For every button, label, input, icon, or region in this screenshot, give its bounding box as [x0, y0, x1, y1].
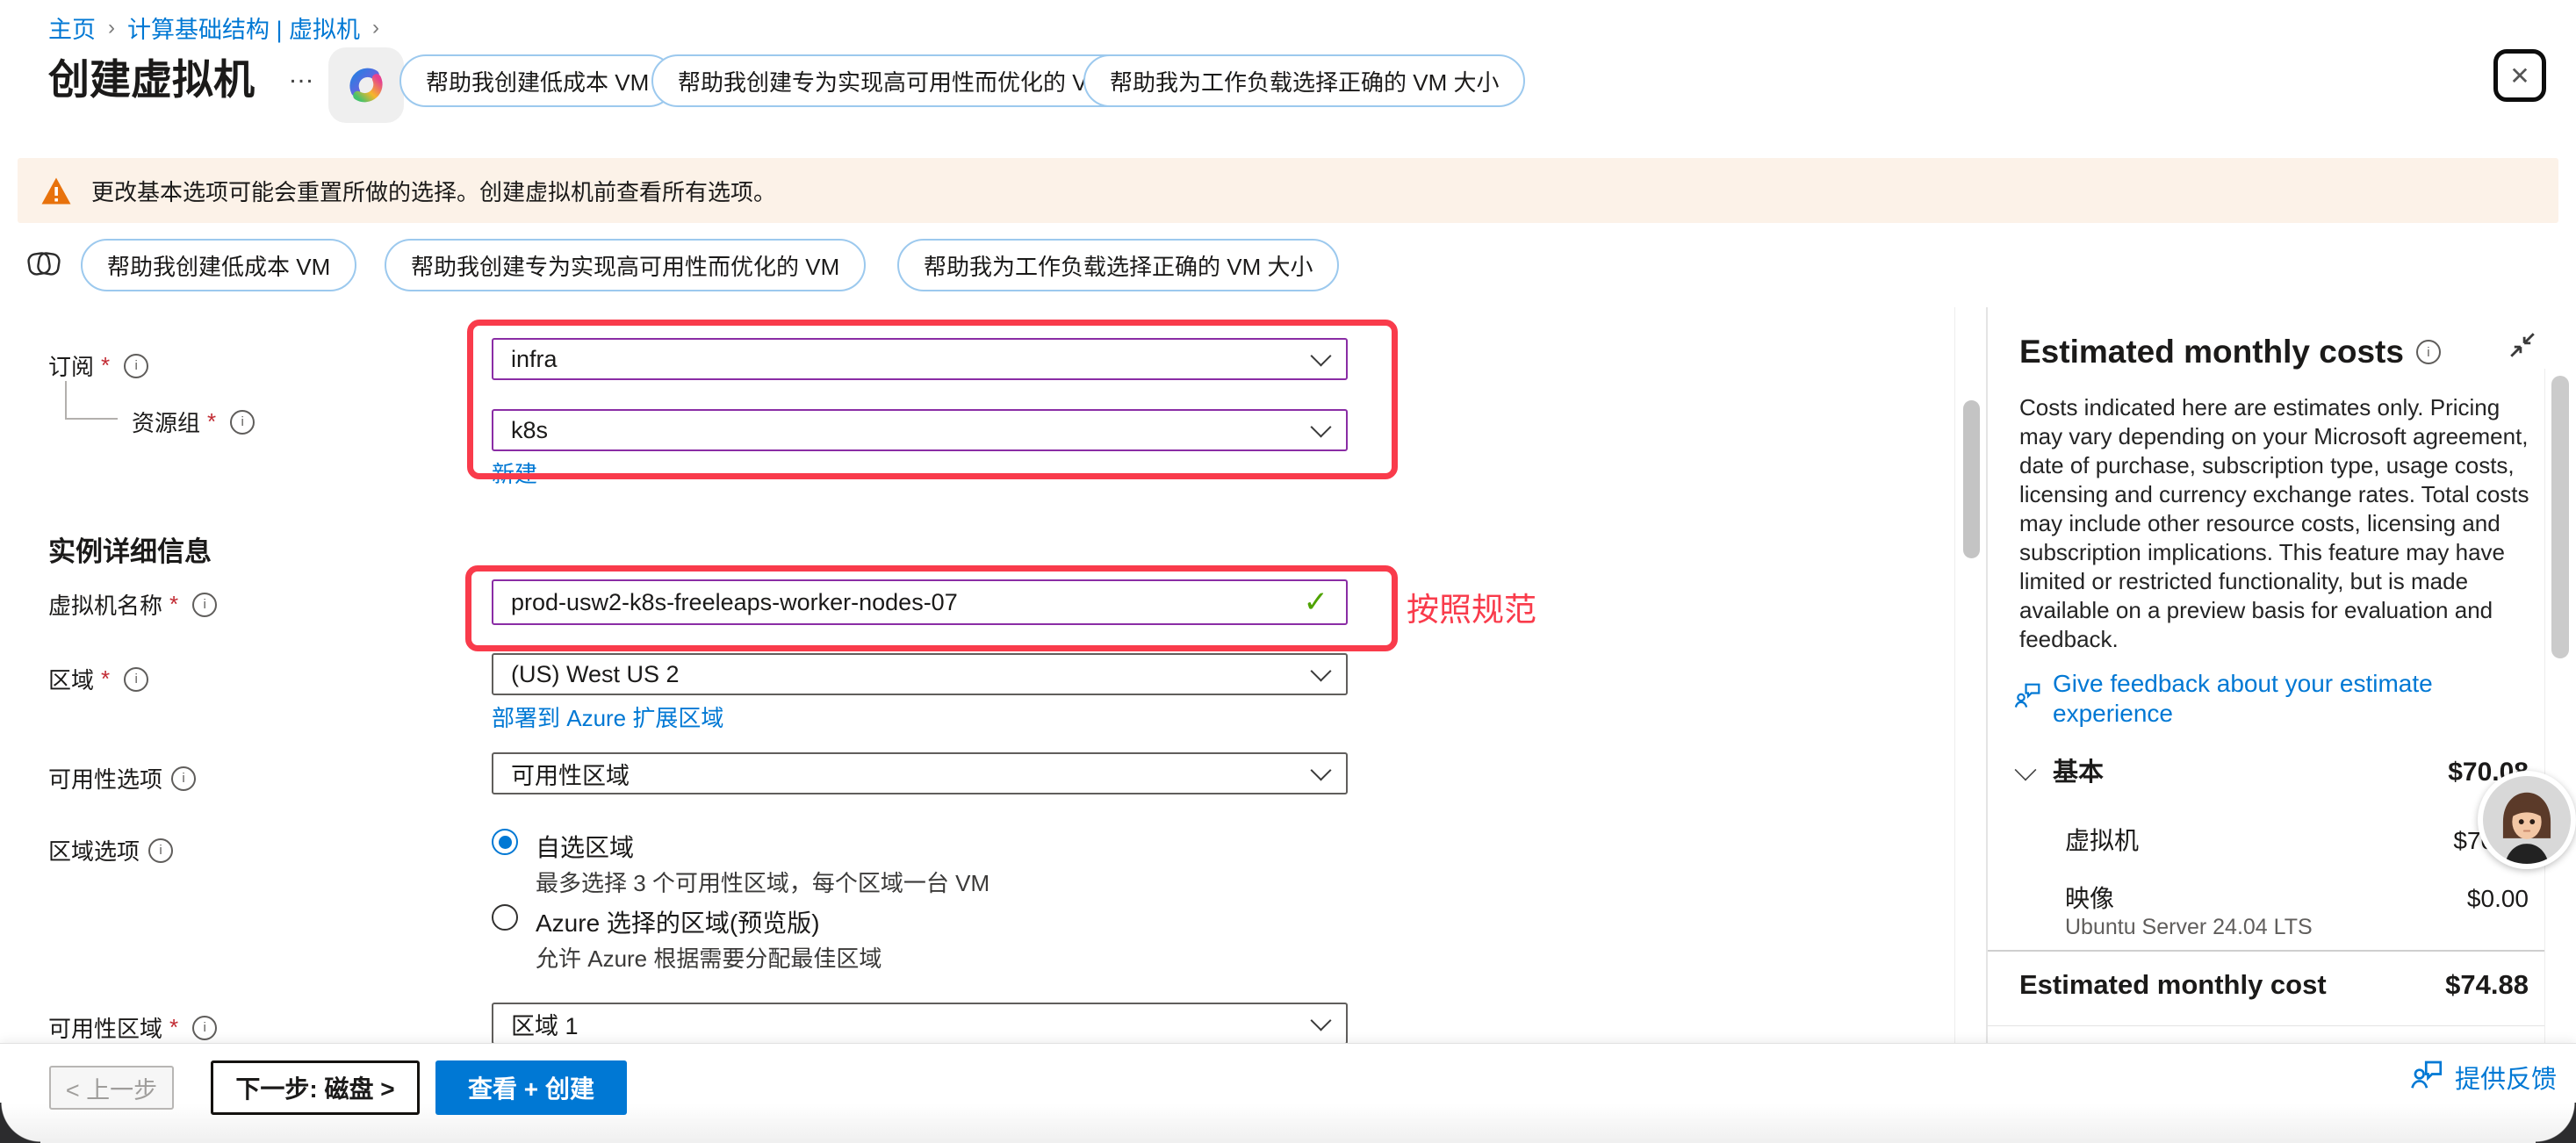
main-scrollbar-thumb[interactable]	[1963, 400, 1980, 558]
panel-scrollbar-thumb[interactable]	[2551, 376, 2569, 658]
cost-panel-description: Costs indicated here are estimates only.…	[2019, 393, 2534, 654]
zone-options-label: 区域选项 i	[48, 834, 173, 866]
info-icon[interactable]: i	[192, 1016, 217, 1040]
give-feedback-link[interactable]: 提供反馈	[2409, 1059, 2557, 1096]
copilot-logo-icon[interactable]	[328, 47, 404, 123]
region-value: (US) West US 2	[511, 661, 680, 688]
review-create-button[interactable]: 查看 + 创建	[435, 1060, 627, 1115]
warning-text: 更改基本选项可能会重置所做的选择。创建虚拟机前查看所有选项。	[91, 175, 776, 207]
region-label: 区域* i	[48, 663, 148, 695]
suggestion-high-availability-vm-2[interactable]: 帮助我创建专为实现高可用性而优化的 VM	[385, 239, 866, 291]
panel-divider	[1986, 307, 1988, 1043]
more-options-icon[interactable]: …	[288, 60, 316, 90]
cost-row-vm: 虚拟机 $70.08	[2065, 822, 2529, 857]
estimate-feedback-link[interactable]: Give feedback about your estimate experi…	[2014, 669, 2534, 729]
availability-options-label: 可用性选项 i	[48, 762, 196, 794]
screen-corner	[0, 1103, 40, 1143]
breadcrumb-separator-icon: ›	[108, 16, 115, 40]
availability-zone-dropdown[interactable]: 区域 1	[492, 1003, 1348, 1045]
subscription-label: 订阅* i	[48, 349, 148, 382]
collapse-panel-icon[interactable]	[2508, 330, 2537, 364]
vm-name-label: 虚拟机名称* i	[48, 588, 217, 621]
screen-corner	[2536, 1103, 2576, 1143]
breadcrumb-section[interactable]: 计算基础结构 | 虚拟机	[127, 11, 360, 45]
breadcrumb-home[interactable]: 主页	[48, 11, 96, 45]
cost-total-row: Estimated monthly cost $74.88	[2019, 969, 2529, 1001]
chevron-down-icon	[1310, 660, 1331, 681]
info-icon[interactable]: i	[124, 667, 148, 692]
create-new-link[interactable]: 新建	[492, 456, 537, 489]
subscription-dropdown[interactable]: infra	[492, 338, 1348, 380]
chevron-down-icon	[1310, 345, 1331, 366]
instance-details-heading: 实例详细信息	[48, 529, 212, 569]
cost-row-image: 映像 $0.00	[2065, 880, 2529, 915]
feedback-person-icon	[2409, 1060, 2444, 1096]
panel-bottom-hr	[1988, 1025, 2544, 1026]
expand-basic-chevron-icon[interactable]	[2015, 759, 2037, 781]
previous-step-button[interactable]: < 上一步	[49, 1066, 174, 1110]
suggestion-high-availability-vm[interactable]: 帮助我创建专为实现高可用性而优化的 VM	[651, 54, 1133, 107]
zone-option-self-label[interactable]: 自选区域	[536, 829, 634, 864]
scrollbar-track	[2544, 369, 2545, 1043]
zone-option-auto-label[interactable]: Azure 选择的区域(预览版)	[536, 904, 820, 939]
availability-zone-label: 可用性区域* i	[48, 1011, 217, 1044]
info-icon[interactable]: i	[2416, 340, 2441, 364]
warning-icon	[40, 176, 72, 205]
annotation-text: 按照规范	[1407, 583, 1536, 630]
page-title: 创建虚拟机	[48, 46, 255, 106]
chevron-down-icon	[1310, 759, 1331, 780]
region-dropdown[interactable]: (US) West US 2	[492, 653, 1348, 695]
availability-options-dropdown[interactable]: 可用性区域	[492, 752, 1348, 794]
availability-options-value: 可用性区域	[511, 757, 630, 791]
radio-azure-selected-zones[interactable]	[492, 904, 518, 931]
radio-self-select-zones[interactable]	[492, 829, 518, 855]
tree-connector	[65, 381, 118, 420]
info-icon[interactable]: i	[148, 838, 173, 863]
chevron-down-icon	[1310, 1010, 1331, 1031]
scrollbar-track	[1954, 307, 1955, 1043]
suggestion-right-vm-size-2[interactable]: 帮助我为工作负载选择正确的 VM 大小	[897, 239, 1339, 291]
suggestion-right-vm-size[interactable]: 帮助我为工作负载选择正确的 VM 大小	[1083, 54, 1525, 107]
create-vm-page: 主页 › 计算基础结构 | 虚拟机 › 创建虚拟机 … 帮助我创建低成本 VM …	[0, 0, 2576, 1143]
image-sku-subtext: Ubuntu Server 24.04 LTS	[2065, 915, 2313, 940]
zone-option-self-desc: 最多选择 3 个可用性区域，每个区域一台 VM	[536, 866, 989, 898]
warning-banner: 更改基本选项可能会重置所做的选择。创建虚拟机前查看所有选项。	[18, 158, 2558, 223]
feedback-bubbles-icon	[2014, 681, 2042, 729]
cost-panel-heading: Estimated monthly costs i	[2019, 334, 2441, 370]
vm-name-value: prod-usw2-k8s-freeleaps-worker-nodes-07	[511, 589, 958, 616]
panel-hr	[1988, 950, 2544, 952]
suggestion-low-cost-vm[interactable]: 帮助我创建低成本 VM	[399, 54, 675, 107]
cost-row-basic: 基本 $70.08	[2053, 751, 2529, 788]
breadcrumb: 主页 › 计算基础结构 | 虚拟机 ›	[48, 11, 379, 45]
suggestion-low-cost-vm-2[interactable]: 帮助我创建低成本 VM	[81, 239, 356, 291]
vm-name-input[interactable]: prod-usw2-k8s-freeleaps-worker-nodes-07 …	[492, 579, 1348, 625]
next-step-disks-button[interactable]: 下一步: 磁盘 >	[211, 1060, 420, 1115]
breadcrumb-separator-icon: ›	[372, 16, 379, 40]
presenter-avatar[interactable]	[2478, 771, 2576, 869]
info-icon[interactable]: i	[124, 354, 148, 378]
valid-check-icon: ✓	[1304, 585, 1329, 620]
info-icon[interactable]: i	[230, 410, 255, 435]
subscription-value: infra	[511, 346, 558, 373]
close-icon[interactable]: ✕	[2493, 49, 2546, 102]
resource-group-dropdown[interactable]: k8s	[492, 409, 1348, 451]
availability-zone-value: 区域 1	[511, 1007, 579, 1041]
chevron-down-icon	[1310, 416, 1331, 437]
extended-zone-link[interactable]: 部署到 Azure 扩展区域	[492, 701, 723, 733]
copilot-outline-icon	[23, 242, 65, 284]
info-icon[interactable]: i	[192, 593, 217, 617]
resource-group-label: 资源组* i	[132, 406, 255, 438]
zone-option-auto-desc: 允许 Azure 根据需要分配最佳区域	[536, 941, 881, 974]
info-icon[interactable]: i	[171, 766, 196, 791]
resource-group-value: k8s	[511, 417, 548, 444]
